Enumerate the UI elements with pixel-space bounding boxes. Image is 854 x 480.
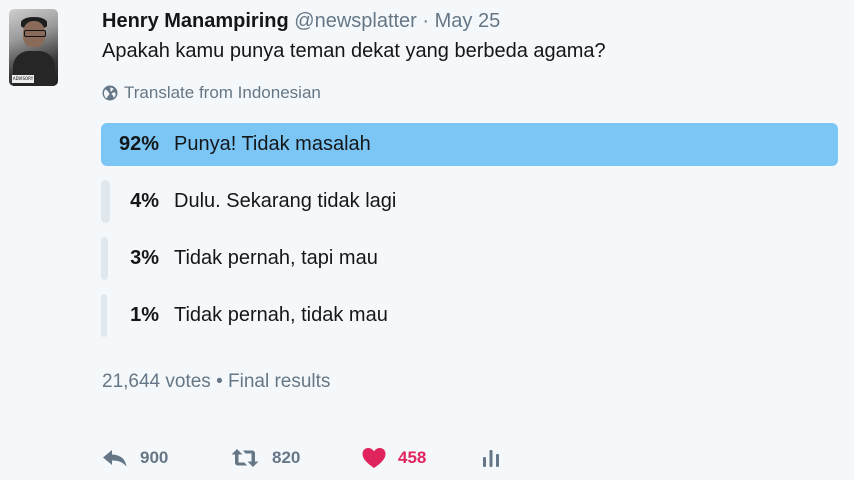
poll-choice-4: 1% Tidak pernah, tidak mau: [101, 294, 838, 337]
analytics-button[interactable]: [482, 448, 512, 468]
tweet-text: Apakah kamu punya teman dekat yang berbe…: [102, 40, 606, 62]
poll-percent-1: 92%: [118, 133, 159, 155]
retweet-icon: [231, 449, 259, 467]
avatar[interactable]: ADVISORY: [9, 9, 58, 86]
poll-percent-3: 3%: [130, 247, 159, 269]
poll-percent-2: 4%: [130, 190, 159, 212]
poll-choice-3: 3% Tidak pernah, tapi mau: [101, 237, 838, 280]
author-handle[interactable]: @newsplatter: [294, 10, 417, 32]
analytics-icon: [483, 450, 499, 467]
author-name[interactable]: Henry Manampiring: [102, 10, 289, 32]
poll-label-3: Tidak pernah, tapi mau: [174, 247, 378, 269]
poll: 92% Punya! Tidak masalah 4% Dulu. Sekara…: [101, 123, 838, 351]
retweet-button[interactable]: 820: [230, 448, 362, 468]
like-count: 458: [398, 448, 427, 467]
translate-label: Translate from Indonesian: [124, 83, 321, 102]
tweet-header: Henry Manampiring @newsplatter · May 25: [102, 8, 500, 34]
poll-choice-2: 4% Dulu. Sekarang tidak lagi: [101, 180, 838, 223]
translate-link[interactable]: Translate from Indonesian: [102, 82, 321, 104]
tweet-actions: 900 820 458: [102, 440, 512, 476]
avatar-tag: ADVISORY: [12, 75, 34, 83]
poll-label-4: Tidak pernah, tidak mau: [174, 304, 388, 326]
header-separator: ·: [422, 10, 430, 32]
avatar-glasses: [24, 30, 46, 37]
reply-count: 900: [140, 448, 169, 467]
poll-choice-1: 92% Punya! Tidak masalah: [101, 123, 838, 166]
reply-icon: [103, 450, 127, 467]
poll-percent-4: 1%: [130, 304, 159, 326]
retweet-count: 820: [272, 448, 301, 467]
reply-button[interactable]: 900: [102, 448, 230, 468]
poll-label-1: Punya! Tidak masalah: [174, 133, 371, 155]
tweet-date[interactable]: May 25: [435, 10, 501, 32]
poll-label-2: Dulu. Sekarang tidak lagi: [174, 190, 397, 212]
like-button[interactable]: 458: [362, 447, 482, 469]
globe-icon: [102, 85, 118, 101]
heart-icon: [362, 448, 386, 468]
poll-results: 21,644 votes • Final results: [102, 371, 331, 392]
